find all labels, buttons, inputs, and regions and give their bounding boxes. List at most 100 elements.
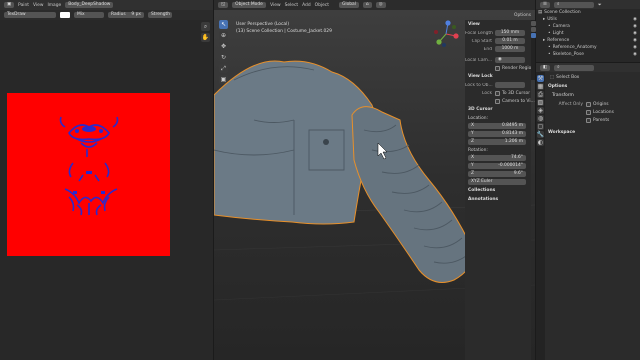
rotation-mode-select[interactable]: XYZ Euler (468, 179, 526, 185)
annotations-header[interactable]: Annotations (465, 195, 531, 204)
loc-x-axis: X (471, 123, 475, 128)
local-camera-field[interactable]: ◉ (495, 57, 525, 63)
visibility-icon[interactable]: ◉ (633, 30, 637, 37)
strength-field[interactable]: Strength (148, 12, 172, 18)
scene-tab-icon[interactable]: ◈ (537, 107, 544, 114)
tool-tab-icon[interactable]: ⚒ (537, 75, 544, 82)
blend-mode-select[interactable]: Mix (74, 12, 104, 18)
outliner-item-label: Utils (547, 17, 557, 22)
rot-z-field[interactable]: Z 9.6° (468, 171, 526, 177)
navigation-gizmo[interactable] (432, 20, 460, 48)
to-3d-cursor-checkbox[interactable] (495, 90, 500, 96)
properties-type-button[interactable]: ◧ (540, 64, 551, 71)
object-icon: • (548, 52, 551, 57)
cursor-panel-header[interactable]: 3D Cursor (465, 105, 531, 114)
focal-length-field[interactable]: 150 mm (495, 30, 525, 36)
collections-header[interactable]: Collections (465, 186, 531, 195)
image-tool-column: ⌕ ✋ (201, 22, 210, 44)
view-lock-header[interactable]: View Lock (465, 72, 531, 81)
rotation-mode-row: XYZ Euler (465, 178, 531, 186)
outliner-item-label: Skeleton_Pose (552, 52, 584, 57)
object-tab-icon[interactable]: ▢ (537, 123, 544, 130)
loc-y-field[interactable]: Y 0.8143 m (468, 131, 526, 137)
workspace-header[interactable]: Workspace (548, 128, 638, 137)
active-tool-row: ⬚ Select Box (548, 73, 638, 82)
outliner-root-label: Scene Collection (544, 10, 581, 15)
origins-checkbox[interactable] (586, 101, 591, 107)
view-layer-tab-icon[interactable]: ▧ (537, 99, 544, 106)
paint-mode-menu[interactable]: Paint (18, 3, 29, 8)
loc-z-field[interactable]: Z 1.206 m (468, 139, 526, 145)
n-panel-tabs (531, 20, 536, 80)
zoom-icon[interactable]: ⌕ (201, 22, 210, 31)
origins-label: Origins (593, 101, 609, 107)
clip-end-field[interactable]: 1000 m (495, 46, 525, 52)
outliner-items: ▸ Utils ◉ • Camera ◉ • Light ◉ ▸ Reference ◉ • Refere… (536, 16, 640, 58)
locations-row: Locations (548, 108, 638, 116)
visibility-icon[interactable]: ◉ (633, 23, 637, 30)
visibility-icon[interactable]: ◉ (633, 44, 637, 51)
locations-checkbox[interactable] (586, 109, 591, 115)
lock-object-field[interactable] (495, 82, 525, 88)
loc-x-field[interactable]: X 0.8495 m (468, 123, 526, 129)
outliner-item[interactable]: • Light ◉ (536, 30, 640, 37)
outliner-item[interactable]: ▸ Reference ◉ (536, 37, 640, 44)
rot-y-row: Y -0.000014° (465, 162, 531, 170)
outliner-item[interactable]: • Skeleton_Pose ◉ (536, 51, 640, 58)
focal-length-label: Focal Length (465, 30, 493, 36)
texture-canvas[interactable] (7, 93, 170, 256)
rot-x-field[interactable]: X 74.6° (468, 155, 526, 161)
outliner-item[interactable]: ▸ Utils ◉ (536, 16, 640, 23)
image-name-field[interactable]: Body_DeepShadow (65, 2, 114, 8)
material-tab-icon[interactable]: ◐ (537, 139, 544, 146)
properties-editor: ◧ ⌕ ⚒ ▦ ⎙ ▧ ◈ ◍ ▢ 🔧 ◐ ⬚ Select Box Optio… (536, 63, 640, 360)
to-3d-cursor-label: To 3D Cursor (502, 90, 531, 96)
clip-end-label: End (483, 46, 492, 52)
tool-settings-bar: TexDraw Mix Radius 9 px Strength (0, 10, 213, 20)
loc-z-value: 1.206 m (504, 139, 523, 144)
local-camera-row: Local Cam... ◉ (465, 56, 531, 64)
view-menu[interactable]: View (33, 3, 43, 8)
clip-start-field[interactable]: 0.01 m (495, 38, 525, 44)
render-tab-icon[interactable]: ▦ (537, 83, 544, 90)
camera-to-view-checkbox[interactable] (495, 98, 500, 104)
pan-icon[interactable]: ✋ (201, 33, 210, 42)
lock-cursor-row: Lock To 3D Cursor (465, 89, 531, 97)
editor-type-button[interactable]: ▣ (4, 2, 15, 8)
object-icon: • (548, 24, 551, 29)
output-tab-icon[interactable]: ⎙ (537, 91, 544, 98)
rot-x-row: X 74.6° (465, 154, 531, 162)
options-header[interactable]: Options (548, 82, 638, 91)
object-icon: • (548, 31, 551, 36)
properties-search[interactable]: ⌕ (554, 64, 595, 71)
outliner-item[interactable]: • Reference_Anatomy ◉ (536, 44, 640, 51)
clip-start-label: Clip Start (471, 38, 492, 44)
rot-z-value: 9.6° (513, 171, 523, 176)
outliner-item-label: Camera (552, 24, 570, 29)
radius-field[interactable]: Radius 9 px (108, 12, 144, 18)
render-region-label: Render Region (502, 65, 535, 71)
rot-x-value: 74.6° (511, 155, 523, 160)
brush-color-swatch[interactable] (60, 12, 70, 18)
outliner-item[interactable]: • Camera ◉ (536, 23, 640, 30)
parents-checkbox[interactable] (586, 117, 591, 123)
radius-label: Radius (111, 12, 126, 17)
world-tab-icon[interactable]: ◍ (537, 115, 544, 122)
outliner-type-button[interactable]: ☰ (540, 1, 550, 8)
outliner-search[interactable]: ⌕ (553, 1, 594, 8)
transform-header[interactable]: Transform (548, 91, 638, 100)
jacket-button (323, 139, 329, 145)
visibility-icon[interactable]: ◉ (633, 37, 637, 44)
render-region-checkbox[interactable] (495, 65, 500, 71)
view-panel-header[interactable]: View (465, 20, 531, 29)
filter-icon[interactable]: ⏷ (598, 2, 602, 8)
rot-y-field[interactable]: Y -0.000014° (468, 163, 526, 169)
image-menu[interactable]: Image (47, 3, 61, 8)
render-region-row: Render Region (465, 64, 535, 72)
visibility-icon[interactable]: ◉ (633, 51, 637, 58)
brush-name-field[interactable]: TexDraw (4, 12, 56, 18)
modifier-tab-icon[interactable]: 🔧 (537, 131, 544, 138)
outliner-root[interactable]: ▤ Scene Collection (536, 9, 640, 16)
image-editor-header: ▣ Paint View Image Body_DeepShadow (0, 0, 213, 10)
visibility-icon[interactable]: ◉ (633, 16, 637, 23)
